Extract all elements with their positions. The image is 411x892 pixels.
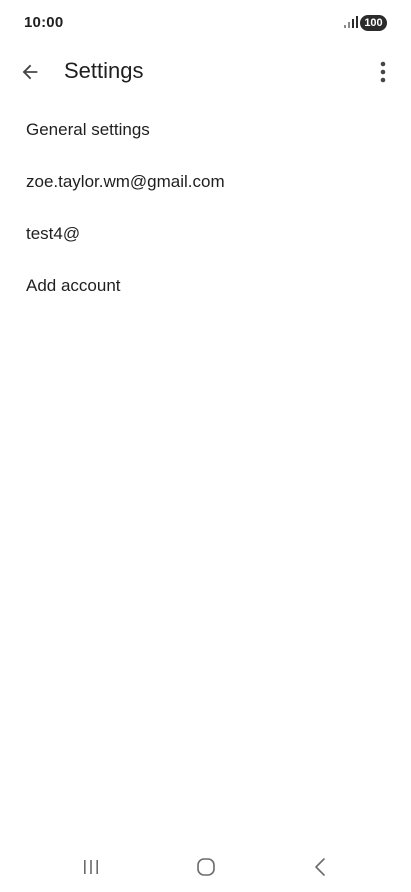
home-icon — [197, 858, 215, 876]
page-title: Settings — [64, 58, 144, 83]
status-bar: 10:00 100 — [0, 0, 411, 46]
account-item-zoe[interactable]: zoe.taylor.wm@gmail.com — [0, 156, 411, 208]
arrow-back-icon — [22, 64, 38, 80]
settings-list: General settings zoe.taylor.wm@gmail.com… — [0, 104, 411, 312]
recents-icon — [84, 860, 98, 874]
battery-indicator: 100 — [360, 15, 387, 31]
more-vert-icon — [380, 61, 386, 83]
list-item-label: General settings — [26, 120, 150, 139]
list-item-label: test4@ — [26, 224, 81, 243]
general-settings-item[interactable]: General settings — [0, 104, 411, 156]
status-time: 10:00 — [24, 14, 64, 31]
nav-back-button[interactable] — [300, 852, 340, 882]
add-account-item[interactable]: Add account — [0, 260, 411, 312]
navigation-bar — [0, 842, 411, 892]
app-bar: Settings — [0, 46, 411, 96]
home-button[interactable] — [186, 852, 226, 882]
signal-icon — [344, 16, 358, 28]
list-item-label: zoe.taylor.wm@gmail.com — [26, 172, 225, 191]
recents-button[interactable] — [71, 852, 111, 882]
more-options-button[interactable] — [366, 54, 400, 90]
account-item-test4[interactable]: test4@ — [0, 208, 411, 260]
nav-back-icon — [315, 858, 325, 876]
list-item-label: Add account — [26, 276, 121, 295]
back-button[interactable] — [12, 54, 48, 90]
